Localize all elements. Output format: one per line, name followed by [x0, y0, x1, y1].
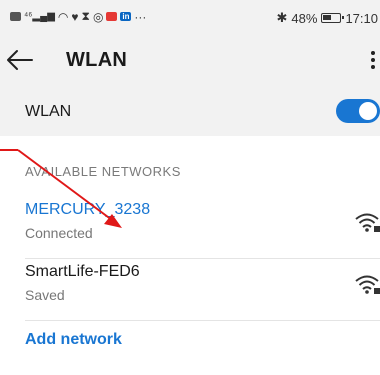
more-icon: ··· — [134, 9, 147, 24]
whatsapp-icon: ◎ — [92, 9, 104, 24]
wlan-switch[interactable] — [336, 99, 380, 123]
clock: 17:10 — [345, 10, 378, 26]
status-icons-left: ⁴⁶▂▄▆ ◠ ♥ ⧗ ◎ in ··· — [10, 9, 146, 24]
battery-fill — [323, 15, 331, 20]
battery-icon — [321, 13, 345, 23]
wifi-locked-icon — [355, 213, 380, 232]
wlan-label: WLAN — [25, 103, 72, 120]
divider — [25, 320, 380, 321]
nfc-icon — [10, 12, 21, 21]
available-networks-header: AVAILABLE NETWORKS — [25, 164, 181, 179]
add-network-button[interactable]: Add network — [25, 331, 122, 349]
more-options-icon[interactable] — [366, 48, 380, 72]
network-name: MERCURY_3238 — [25, 201, 151, 218]
back-arrow-icon[interactable] — [4, 46, 36, 74]
bluetooth-icon: ✱ — [276, 10, 288, 25]
wlan-toggle-row[interactable]: WLAN — [0, 88, 380, 136]
network-status: Connected — [25, 225, 93, 241]
wifi-icon: ◠ — [57, 9, 69, 24]
app-bar: WLAN — [0, 34, 380, 88]
network-status: Saved — [25, 287, 65, 303]
status-icons-right: ✱ 48% 17:10 — [277, 10, 378, 26]
linkedin-icon: in — [120, 12, 132, 21]
network-item[interactable]: MERCURY_3238 Connected — [0, 201, 380, 259]
battery-percent: 48% — [291, 10, 318, 26]
page-title: WLAN — [66, 49, 128, 71]
heart-icon: ♥ — [71, 9, 79, 24]
wifi-locked-icon — [355, 275, 380, 294]
status-bar: ⁴⁶▂▄▆ ◠ ♥ ⧗ ◎ in ··· ✱ 48% 17:10 — [0, 0, 380, 34]
signal-icon: ⁴⁶▂▄▆ — [24, 11, 55, 22]
hourglass-icon: ⧗ — [81, 9, 90, 23]
network-item[interactable]: SmartLife-FED6 Saved — [0, 263, 380, 321]
divider — [25, 258, 380, 259]
network-name: SmartLife-FED6 — [25, 263, 140, 280]
switch-knob — [359, 102, 377, 120]
red-app-icon — [106, 12, 118, 21]
